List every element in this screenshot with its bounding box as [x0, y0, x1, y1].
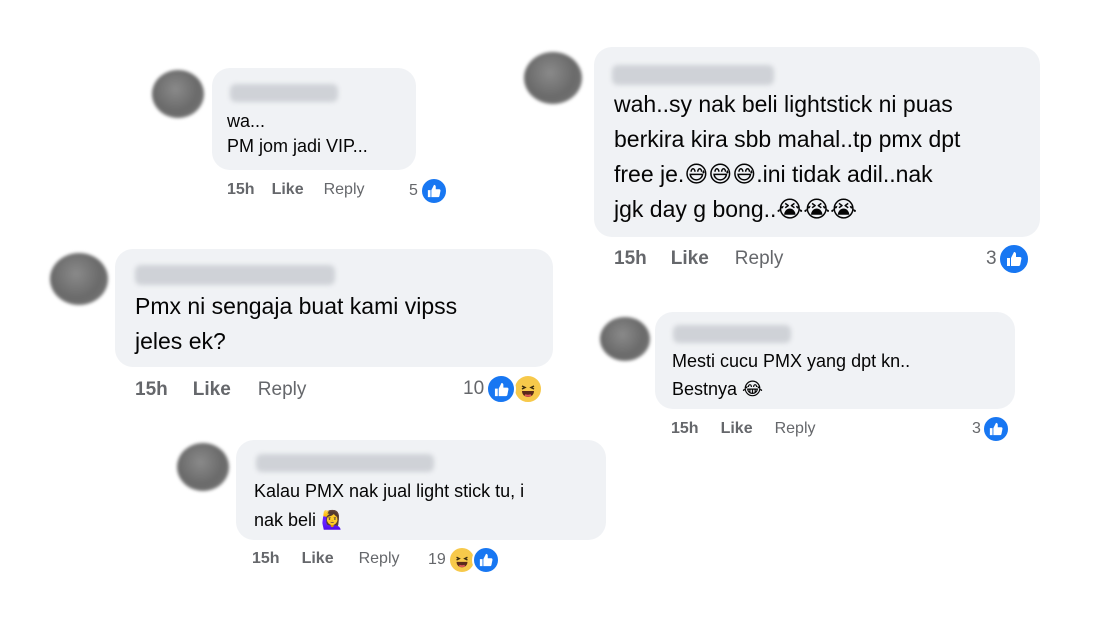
- author-name[interactable]: [673, 325, 791, 343]
- author-name[interactable]: [256, 454, 434, 472]
- reaction-count: 3: [972, 420, 981, 437]
- like-icon: [981, 415, 1010, 443]
- comment-text: wah..sy nak beli lightstick ni puas berk…: [614, 91, 961, 222]
- reply-link[interactable]: Reply: [359, 550, 400, 568]
- reaction-count: 10: [463, 378, 485, 399]
- avatar[interactable]: [50, 253, 108, 305]
- comment-bubble: wah..sy nak beli lightstick ni puas berk…: [594, 47, 1040, 237]
- like-icon: [419, 177, 448, 205]
- reaction-summary[interactable]: 3: [972, 415, 1010, 443]
- like-link[interactable]: Like: [272, 181, 304, 199]
- comment-bubble: Pmx ni sengaja buat kami vipss jeles ek?: [115, 249, 553, 367]
- like-icon: [997, 243, 1030, 275]
- avatar[interactable]: [600, 317, 650, 361]
- reaction-count: 19: [428, 551, 446, 568]
- timestamp[interactable]: 15h: [135, 379, 168, 401]
- comment-text: wa... PM jom jadi VIP...: [227, 111, 368, 157]
- reaction-summary[interactable]: 10: [463, 374, 544, 404]
- reply-link[interactable]: Reply: [735, 248, 784, 270]
- like-link[interactable]: Like: [193, 379, 231, 401]
- like-link[interactable]: Like: [721, 420, 753, 438]
- reaction-count: 3: [986, 248, 997, 269]
- like-link[interactable]: Like: [302, 550, 334, 568]
- reaction-count: 5: [409, 182, 418, 199]
- reaction-summary[interactable]: 3: [986, 243, 1030, 275]
- reply-link[interactable]: Reply: [324, 181, 365, 199]
- avatar[interactable]: [177, 443, 229, 491]
- comment-text: Mesti cucu PMX yang dpt kn.. Bestnya 😂: [672, 351, 911, 399]
- like-icon: [471, 546, 500, 574]
- comment-actions: 15h Like Reply: [614, 248, 783, 270]
- timestamp[interactable]: 15h: [671, 420, 699, 438]
- avatar[interactable]: [152, 70, 204, 118]
- author-name[interactable]: [135, 265, 335, 285]
- haha-icon: [513, 374, 544, 404]
- author-name[interactable]: [230, 84, 338, 102]
- comment-bubble: wa... PM jom jadi VIP...: [212, 68, 416, 170]
- timestamp[interactable]: 15h: [252, 550, 280, 568]
- comment-actions: 15h Like Reply: [227, 181, 365, 199]
- like-icon: [486, 374, 517, 404]
- timestamp[interactable]: 15h: [227, 181, 255, 199]
- timestamp[interactable]: 15h: [614, 248, 647, 270]
- reply-link[interactable]: Reply: [258, 379, 307, 401]
- author-name[interactable]: [612, 65, 774, 85]
- like-link[interactable]: Like: [671, 248, 709, 270]
- comment-actions: 15h Like Reply: [252, 550, 400, 568]
- reply-link[interactable]: Reply: [775, 420, 816, 438]
- comment-bubble: Mesti cucu PMX yang dpt kn.. Bestnya 😂: [655, 312, 1015, 409]
- avatar[interactable]: [524, 52, 582, 104]
- reaction-summary[interactable]: 19: [428, 546, 500, 574]
- comment-text: Kalau PMX nak jual light stick tu, i nak…: [254, 481, 525, 530]
- comment-actions: 15h Like Reply: [135, 379, 306, 401]
- reaction-summary[interactable]: 5: [409, 177, 448, 205]
- comment-bubble: Kalau PMX nak jual light stick tu, i nak…: [236, 440, 606, 540]
- comment-actions: 15h Like Reply: [671, 420, 816, 438]
- comment-text: Pmx ni sengaja buat kami vipss jeles ek?: [135, 293, 458, 354]
